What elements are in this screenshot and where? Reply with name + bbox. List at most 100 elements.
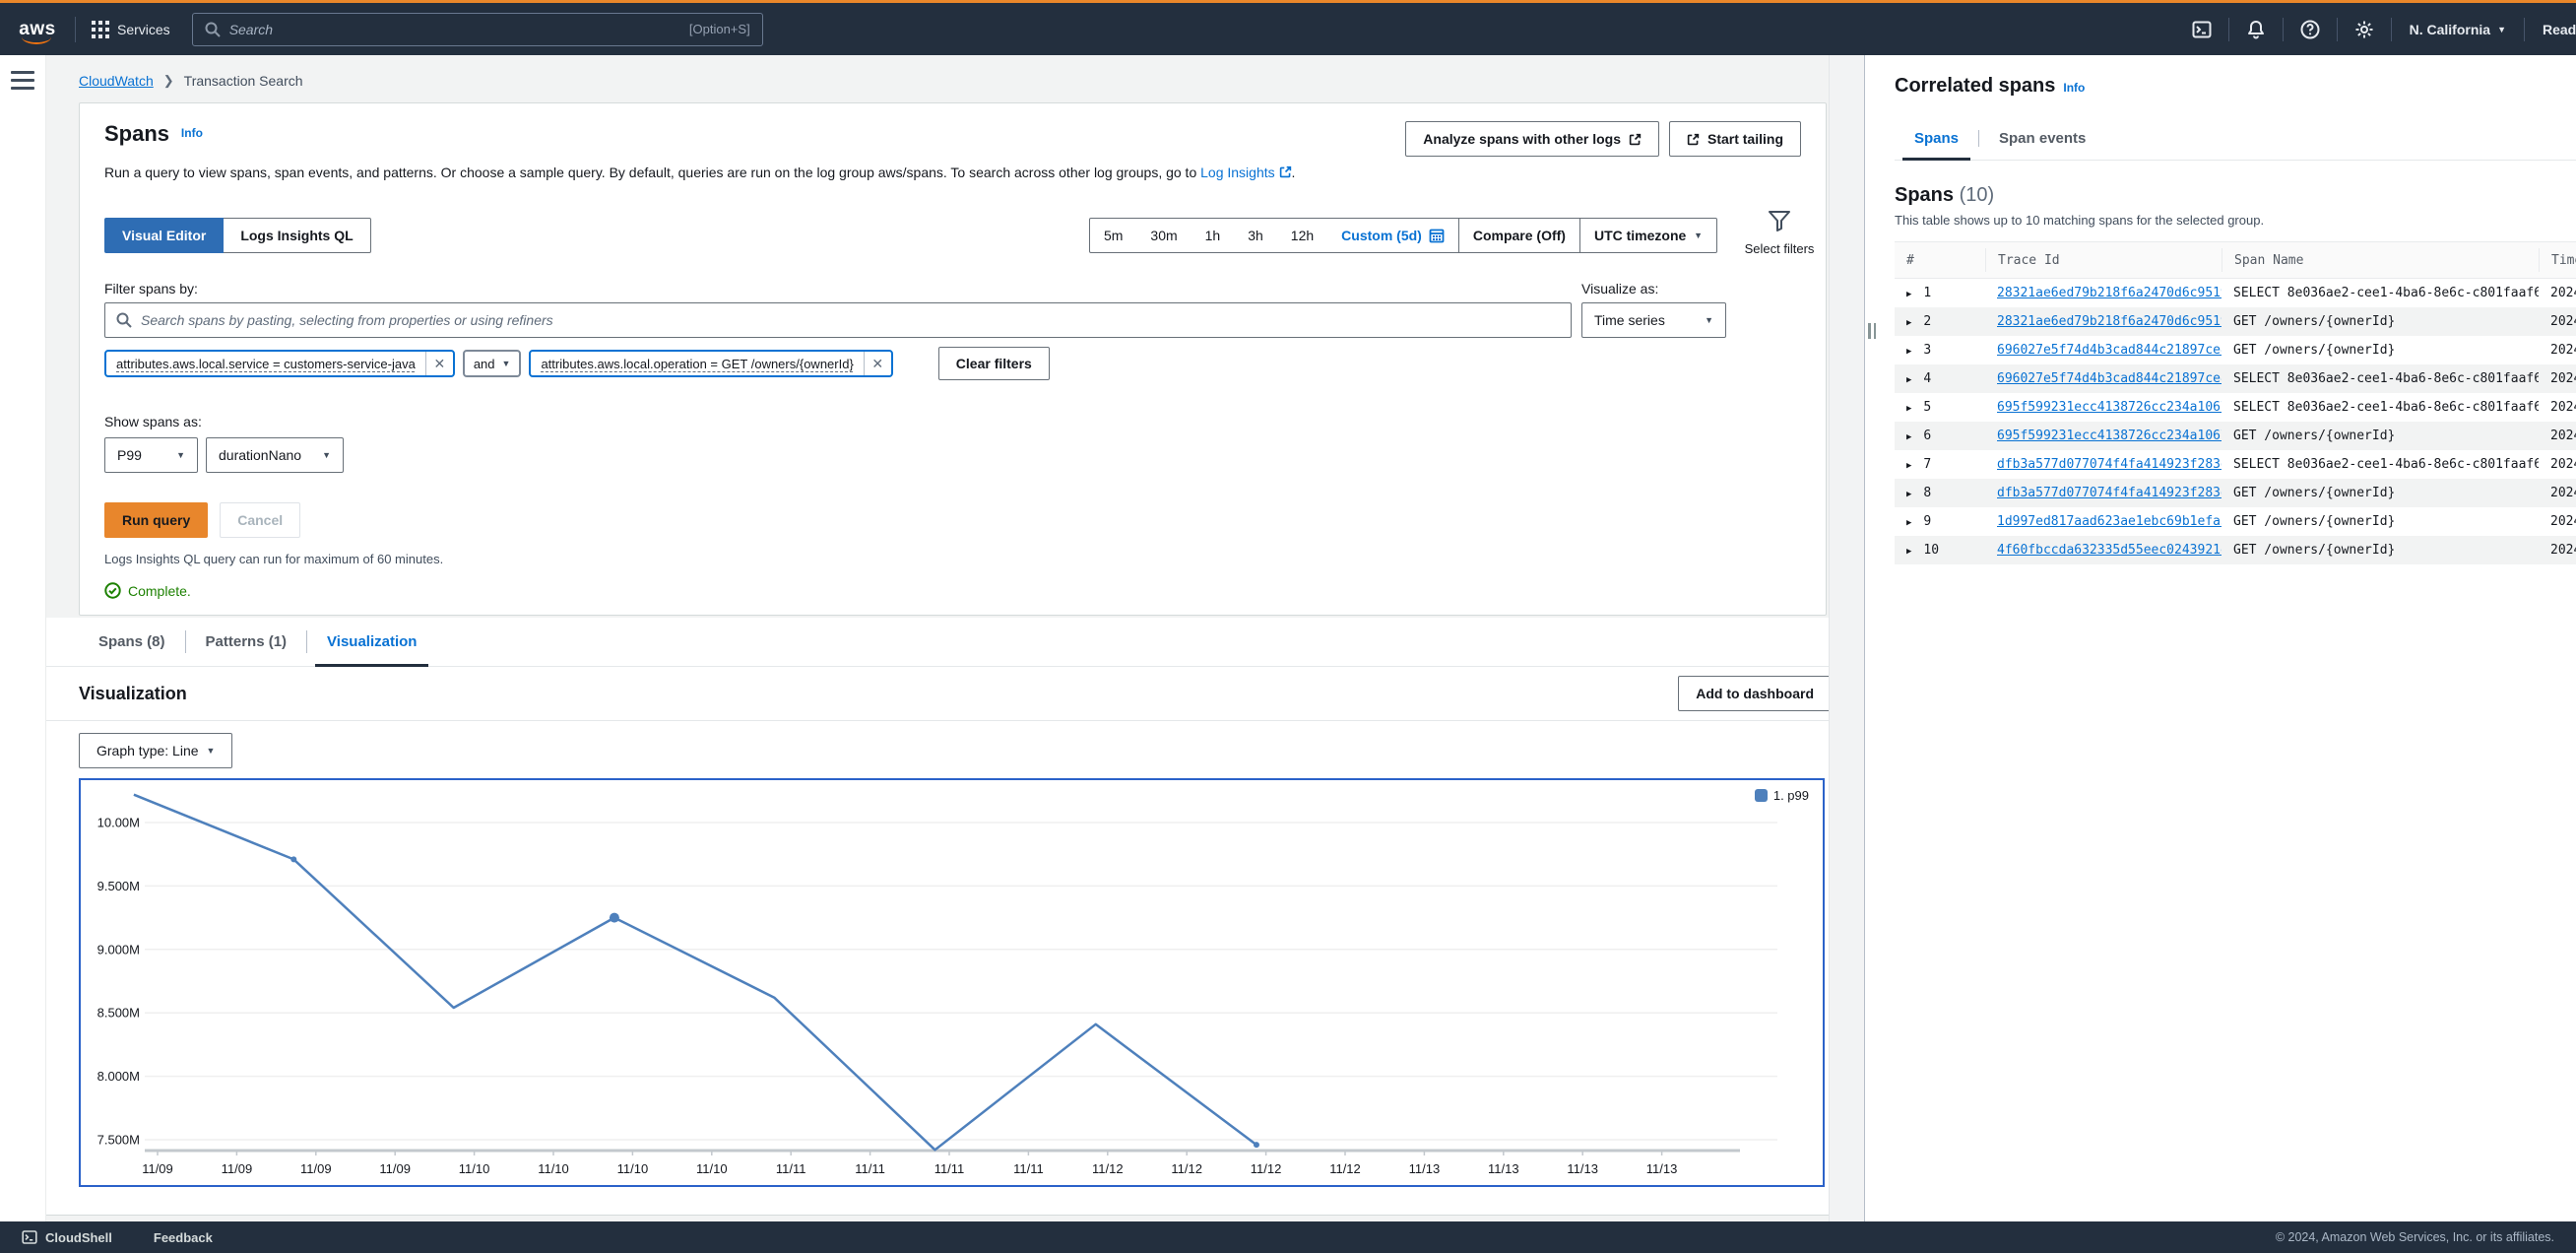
trace-id-link[interactable]: 696027e5f74d4b3cad844c21897ce8d7 (1997, 343, 2222, 358)
table-row[interactable]: ▶4696027e5f74d4b3cad844c21897ce8d7SELECT… (1895, 364, 2576, 393)
tab-patterns-1[interactable]: Patterns (1) (186, 618, 307, 666)
time-range-3h[interactable]: 3h (1234, 219, 1277, 252)
expand-row-icon[interactable]: ▶ (1906, 375, 1911, 385)
gear-icon (2354, 20, 2374, 39)
footer-feedback-link[interactable]: Feedback (154, 1230, 213, 1245)
help-button[interactable] (2284, 3, 2337, 55)
field-select[interactable]: durationNano ▼ (206, 437, 344, 473)
logs-insights-ql-toggle[interactable]: Logs Insights QL (224, 218, 370, 253)
main-content: CloudWatch ❯ Transaction Search Spans In… (46, 55, 1864, 1221)
footer-cloudshell-button[interactable]: CloudShell (22, 1229, 112, 1245)
svg-text:11/10: 11/10 (617, 1161, 649, 1176)
compare-button[interactable]: Compare (Off) (1458, 219, 1579, 252)
breadcrumb-cloudwatch-link[interactable]: CloudWatch (79, 73, 154, 89)
table-row[interactable]: ▶8dfb3a577d077074f4fa414923f283d64GET /o… (1895, 479, 2576, 507)
row-number: 8 (1923, 486, 1931, 500)
expand-row-icon[interactable]: ▶ (1906, 318, 1911, 328)
table-row[interactable]: ▶7dfb3a577d077074f4fa414923f283d64SELECT… (1895, 450, 2576, 479)
analyze-spans-button[interactable]: Analyze spans with other logs (1405, 121, 1659, 157)
row-trace-cell: 695f599231ecc4138726cc234a10670b (1985, 400, 2222, 415)
settings-button[interactable] (2338, 3, 2391, 55)
remove-filter-icon[interactable]: ✕ (425, 352, 453, 375)
timezone-selector[interactable]: UTC timezone ▼ (1579, 219, 1716, 252)
row-expand-cell: ▶7 (1895, 457, 1985, 472)
filter-placeholder: Search spans by pasting, selecting from … (141, 312, 553, 328)
expand-row-icon[interactable]: ▶ (1906, 290, 1911, 299)
notifications-button[interactable] (2229, 3, 2283, 55)
time-range-5m[interactable]: 5m (1090, 219, 1136, 252)
access-mode-menu[interactable]: ReadOnly (2525, 22, 2576, 37)
row-number: 1 (1923, 286, 1931, 300)
timeseries-chart[interactable]: 10.00M9.500M9.000M8.500M8.000M7.500M11/0… (79, 778, 1825, 1187)
filter-chip-text[interactable]: attributes.aws.local.service = customers… (106, 357, 425, 371)
row-time: 2024 (2539, 400, 2576, 415)
expand-row-icon[interactable]: ▶ (1906, 432, 1911, 442)
menu-hamburger-icon[interactable] (11, 71, 34, 90)
services-menu[interactable]: Services (92, 21, 170, 38)
expand-row-icon[interactable]: ▶ (1906, 347, 1911, 357)
cloudshell-button[interactable] (2175, 3, 2228, 55)
time-range-1h[interactable]: 1h (1191, 219, 1235, 252)
select-filters-button[interactable]: Select filters (1743, 210, 1816, 257)
terminal-icon (2192, 20, 2212, 39)
tab-spans[interactable]: Spans (1895, 117, 1978, 160)
log-insights-link[interactable]: Log Insights (1200, 165, 1291, 180)
correlated-info-link[interactable]: Info (2063, 81, 2085, 95)
tab-spans-8[interactable]: Spans (8) (79, 618, 185, 666)
expand-row-icon[interactable]: ▶ (1906, 518, 1911, 528)
footer-copyright: © 2024, Amazon Web Services, Inc. or its… (2276, 1230, 2554, 1244)
add-to-dashboard-button[interactable]: Add to dashboard (1678, 676, 1832, 711)
table-row[interactable]: ▶6695f599231ecc4138726cc234a10670bGET /o… (1895, 422, 2576, 450)
trace-id-link[interactable]: 696027e5f74d4b3cad844c21897ce8d7 (1997, 371, 2222, 386)
svg-text:11/09: 11/09 (142, 1161, 173, 1176)
col-trace-id: Trace Id (1985, 248, 2222, 272)
time-range-12h[interactable]: 12h (1277, 219, 1327, 252)
trace-id-link[interactable]: dfb3a577d077074f4fa414923f283d64 (1997, 457, 2222, 472)
table-row[interactable]: ▶104f60fbccda632335d55eec0243921e6bGET /… (1895, 536, 2576, 564)
statistic-select[interactable]: P99 ▼ (104, 437, 198, 473)
visualization-title: Visualization (79, 684, 187, 704)
expand-row-icon[interactable]: ▶ (1906, 404, 1911, 414)
panel-resize-handle[interactable] (1868, 323, 1876, 339)
clear-filters-button[interactable]: Clear filters (938, 347, 1050, 380)
expand-row-icon[interactable]: ▶ (1906, 490, 1911, 499)
graph-type-select[interactable]: Graph type: Line ▼ (79, 733, 232, 768)
span-filter-search-input[interactable]: Search spans by pasting, selecting from … (104, 302, 1572, 338)
filter-chip-text[interactable]: attributes.aws.local.operation = GET /ow… (531, 357, 863, 371)
filter-conjunction-dropdown[interactable]: and ▼ (463, 350, 522, 377)
global-search-input[interactable]: Search [Option+S] (192, 13, 763, 46)
spans-info-link[interactable]: Info (181, 126, 203, 140)
trace-id-link[interactable]: 28321ae6ed79b218f6a2470d6c95199f (1997, 314, 2222, 329)
svg-text:11/12: 11/12 (1251, 1161, 1282, 1176)
visualize-as-select[interactable]: Time series ▼ (1581, 302, 1726, 338)
start-tailing-button[interactable]: Start tailing (1669, 121, 1801, 157)
trace-id-link[interactable]: 1d997ed817aad623ae1ebc69b1efa54e (1997, 514, 2222, 529)
run-query-button[interactable]: Run query (104, 502, 208, 538)
main-scrollbar-gutter[interactable] (1829, 55, 1864, 1221)
tab-visualization[interactable]: Visualization (307, 618, 436, 666)
trace-id-link[interactable]: 28321ae6ed79b218f6a2470d6c95199f (1997, 286, 2222, 300)
trace-id-link[interactable]: 695f599231ecc4138726cc234a10670b (1997, 429, 2222, 443)
expand-row-icon[interactable]: ▶ (1906, 547, 1911, 557)
tab-span-events[interactable]: Span events (1979, 117, 2105, 160)
trace-id-link[interactable]: 695f599231ecc4138726cc234a10670b (1997, 400, 2222, 415)
trace-id-link[interactable]: dfb3a577d077074f4fa414923f283d64 (1997, 486, 2222, 500)
trace-id-link[interactable]: 4f60fbccda632335d55eec0243921e6b (1997, 543, 2222, 558)
table-row[interactable]: ▶91d997ed817aad623ae1ebc69b1efa54eGET /o… (1895, 507, 2576, 536)
region-selector[interactable]: N. California ▼ (2392, 22, 2524, 37)
table-row[interactable]: ▶228321ae6ed79b218f6a2470d6c95199fGET /o… (1895, 307, 2576, 336)
row-number: 6 (1923, 429, 1931, 443)
table-row[interactable]: ▶3696027e5f74d4b3cad844c21897ce8d7GET /o… (1895, 336, 2576, 364)
time-range-30m[interactable]: 30m (1136, 219, 1191, 252)
custom-range-button[interactable]: Custom (5d) (1327, 219, 1458, 252)
chart-legend[interactable]: 1. p99 (1755, 788, 1809, 803)
table-row[interactable]: ▶128321ae6ed79b218f6a2470d6c95199fSELECT… (1895, 279, 2576, 307)
expand-row-icon[interactable]: ▶ (1906, 461, 1911, 471)
aws-logo[interactable]: aws (16, 19, 59, 40)
table-row[interactable]: ▶5695f599231ecc4138726cc234a10670bSELECT… (1895, 393, 2576, 422)
correlated-spans-title: Correlated spans (1895, 75, 2055, 98)
visual-editor-toggle[interactable]: Visual Editor (104, 218, 224, 253)
remove-filter-icon[interactable]: ✕ (864, 352, 891, 375)
svg-text:11/12: 11/12 (1329, 1161, 1361, 1176)
chevron-down-icon: ▼ (1705, 315, 1713, 325)
